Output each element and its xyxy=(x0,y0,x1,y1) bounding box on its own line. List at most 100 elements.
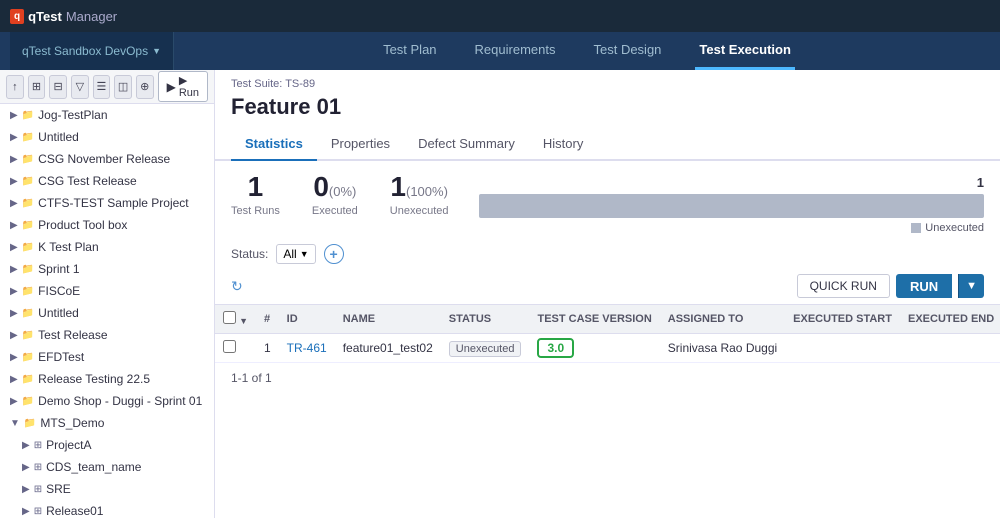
row-name: feature01_test02 xyxy=(335,334,441,363)
project-selector[interactable]: qTest Sandbox DevOps ▼ xyxy=(10,32,174,70)
stat-unexecuted: 1(100%) Unexecuted xyxy=(390,171,449,217)
folder-icon: 📁 xyxy=(22,374,34,385)
suite-icon: ⊞ xyxy=(34,462,42,473)
folder-icon: 📁 xyxy=(22,264,34,275)
folder-icon: 📁 xyxy=(22,110,34,121)
pagination: 1-1 of 1 xyxy=(215,363,1000,393)
sidebar-item-ctfs[interactable]: ▶ 📁 CTFS-TEST Sample Project xyxy=(0,192,214,214)
sidebar-item-release-testing[interactable]: ▶ 📁 Release Testing 22.5 xyxy=(0,368,214,390)
folder-icon: 📁 xyxy=(22,242,34,253)
folder-icon: 📁 xyxy=(22,308,34,319)
toolbar-btn-3[interactable]: ⊟ xyxy=(49,75,67,99)
tab-test-execution[interactable]: Test Execution xyxy=(695,32,795,70)
project-name: qTest Sandbox DevOps xyxy=(22,44,148,58)
table-row: 1 TR-461 feature01_test02 Unexecuted 3.0… xyxy=(215,334,1000,363)
expand-icon: ▶ xyxy=(10,220,18,231)
col-assigned: ASSIGNED TO xyxy=(660,305,785,334)
status-filter-bar: Status: All ▼ + xyxy=(215,234,1000,274)
col-num: # xyxy=(256,305,279,334)
top-bar: q qTest Manager xyxy=(0,0,1000,32)
expand-icon: ▶ xyxy=(22,506,30,517)
tab-test-plan[interactable]: Test Plan xyxy=(379,32,440,70)
sidebar-item-jog[interactable]: ▶ 📁 Jog-TestPlan xyxy=(0,104,214,126)
tab-test-design[interactable]: Test Design xyxy=(589,32,665,70)
folder-icon: 📁 xyxy=(22,198,34,209)
sidebar-item-sre[interactable]: ▶ ⊞ SRE xyxy=(0,478,214,500)
folder-icon: 📁 xyxy=(22,176,34,187)
stat-executed-value: 0(0%) xyxy=(312,171,358,203)
add-status-button[interactable]: + xyxy=(324,244,344,264)
suite-icon: ⊞ xyxy=(34,440,42,451)
sidebar-item-efdtest[interactable]: ▶ 📁 EFDTest xyxy=(0,346,214,368)
toolbar-btn-2[interactable]: ⊞ xyxy=(28,75,46,99)
expand-icon: ▶ xyxy=(10,176,18,187)
toolbar-btn-4[interactable]: ☰ xyxy=(93,75,111,99)
run-dropdown-button[interactable]: ▼ xyxy=(958,274,984,298)
expand-icon: ▶ xyxy=(22,440,30,451)
sidebar-item-testrelease[interactable]: ▶ 📁 Test Release xyxy=(0,324,214,346)
expand-icon: ▶ xyxy=(10,242,18,253)
sidebar-item-cds[interactable]: ▶ ⊞ CDS_team_name xyxy=(0,456,214,478)
folder-icon: 📁 xyxy=(22,330,34,341)
sidebar-item-projecta[interactable]: ▶ ⊞ ProjectA xyxy=(0,434,214,456)
run-button[interactable]: RUN xyxy=(896,274,952,298)
tab-statistics[interactable]: Statistics xyxy=(231,128,317,161)
col-exec-end: EXECUTED END xyxy=(900,305,1000,334)
progress-count: 1 xyxy=(977,175,984,190)
col-exec-start: EXECUTED START xyxy=(785,305,900,334)
sidebar-item-untitled1[interactable]: ▶ 📁 Untitled xyxy=(0,126,214,148)
content-tabs: Statistics Properties Defect Summary His… xyxy=(215,128,1000,161)
status-dropdown[interactable]: All ▼ xyxy=(276,244,315,264)
select-all-checkbox[interactable] xyxy=(223,311,236,324)
test-table: ▼ # ID NAME STATUS TEST CASE VERSION ASS… xyxy=(215,304,1000,363)
tab-history[interactable]: History xyxy=(529,128,597,161)
sidebar-item-product[interactable]: ▶ 📁 Product Tool box xyxy=(0,214,214,236)
row-checkbox[interactable] xyxy=(223,340,236,353)
status-filter-label: Status: xyxy=(231,247,268,261)
progress-bar-unexecuted xyxy=(479,194,984,218)
col-status: STATUS xyxy=(441,305,530,334)
sidebar-item-release01[interactable]: ▶ ⊞ Release01 xyxy=(0,500,214,518)
sidebar-item-csg-test[interactable]: ▶ 📁 CSG Test Release xyxy=(0,170,214,192)
expand-icon: ▶ xyxy=(22,462,30,473)
toolbar-btn-1[interactable]: ↑ xyxy=(6,75,24,99)
toolbar-btn-6[interactable]: ⊕ xyxy=(136,75,154,99)
chevron-down-icon: ▼ xyxy=(239,316,248,326)
sidebar-item-untitled2[interactable]: ▶ 📁 Untitled xyxy=(0,302,214,324)
logo-icon: q xyxy=(10,9,24,24)
toolbar-run-button[interactable]: ▶ ▶ Run xyxy=(158,71,208,102)
quick-run-button[interactable]: QUICK RUN xyxy=(797,274,890,298)
sidebar-item-demoshop[interactable]: ▶ 📁 Demo Shop - Duggi - Sprint 01 xyxy=(0,390,214,412)
sidebar-item-fiscoe[interactable]: ▶ 📁 FISCoE xyxy=(0,280,214,302)
toolbar-btn-filter[interactable]: ▽ xyxy=(71,75,89,99)
progress-bar xyxy=(479,194,984,218)
status-badge: Unexecuted xyxy=(449,341,522,357)
progress-legend: Unexecuted xyxy=(479,222,984,234)
stat-runs-value: 1 xyxy=(231,171,280,203)
app-logo: q qTest Manager xyxy=(10,9,117,24)
toolbar-btn-5[interactable]: ◫ xyxy=(114,75,132,99)
sidebar-item-csg-nov[interactable]: ▶ 📁 CSG November Release xyxy=(0,148,214,170)
statistics-bar: 1 Test Runs 0(0%) Executed 1(100%) Unexe… xyxy=(231,171,449,217)
tab-properties[interactable]: Properties xyxy=(317,128,404,161)
folder-icon: 📁 xyxy=(22,154,34,165)
app-name: qTest xyxy=(28,9,62,24)
tab-requirements[interactable]: Requirements xyxy=(471,32,560,70)
refresh-icon[interactable]: ↻ xyxy=(231,278,243,295)
run-icon: ▶ xyxy=(167,80,176,94)
chevron-down-icon: ▼ xyxy=(152,46,161,56)
expand-icon: ▶ xyxy=(22,484,30,495)
suite-icon: ⊞ xyxy=(34,506,42,517)
tab-defect-summary[interactable]: Defect Summary xyxy=(404,128,529,161)
sidebar-item-mts[interactable]: ▼ 📁 MTS_Demo xyxy=(0,412,214,434)
stat-unexecuted-label: Unexecuted xyxy=(390,205,449,217)
stat-runs-label: Test Runs xyxy=(231,205,280,217)
row-num: 1 xyxy=(256,334,279,363)
sidebar-item-ktest[interactable]: ▶ 📁 K Test Plan xyxy=(0,236,214,258)
stat-unexecuted-value: 1(100%) xyxy=(390,171,449,203)
sidebar-item-sprint1[interactable]: ▶ 📁 Sprint 1 xyxy=(0,258,214,280)
folder-icon: 📁 xyxy=(22,352,34,363)
row-id-link[interactable]: TR-461 xyxy=(287,341,327,355)
col-version: TEST CASE VERSION xyxy=(529,305,659,334)
stat-executed-label: Executed xyxy=(312,205,358,217)
